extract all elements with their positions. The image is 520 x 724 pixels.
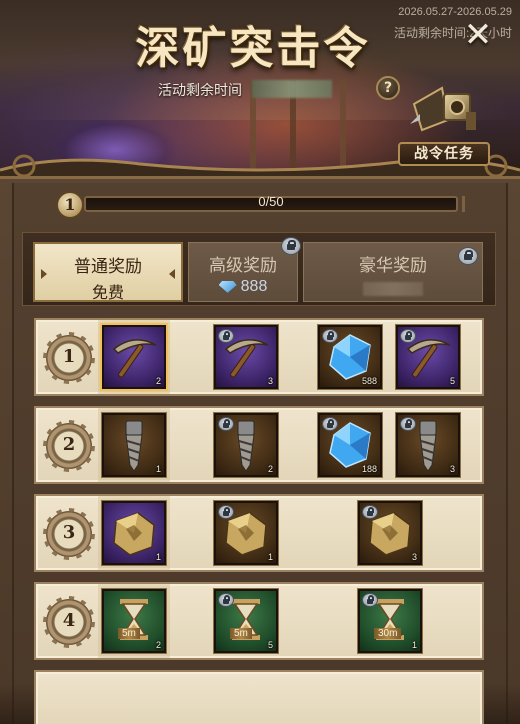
help-button[interactable]: ? (376, 76, 400, 100)
reward-item[interactable]: 3 (358, 501, 422, 565)
lock-icon (281, 237, 301, 255)
item-quantity: 1 (267, 552, 273, 562)
reward-row-2: 2 1 2 188 3 (34, 406, 484, 484)
tab-deluxe-title: 豪华奖励 (359, 256, 427, 275)
tab-normal-subtitle: 免费 (91, 285, 124, 302)
lock-icon (322, 329, 338, 343)
item-quantity: 2 (267, 464, 273, 474)
lock-icon (362, 593, 378, 607)
current-level-badge: 1 (56, 191, 84, 219)
lock-icon (400, 417, 416, 431)
gem-icon (218, 280, 237, 293)
reward-item[interactable]: 30m 1 (358, 589, 422, 653)
remaining-time-value-blurred (252, 80, 332, 98)
reward-item[interactable]: 3 (396, 413, 460, 477)
reward-row-4: 4 5m 2 5m 5 30m 1 (34, 582, 484, 660)
tab-premium-price: 888 (189, 278, 297, 296)
reward-row-partial (34, 670, 484, 724)
tab-premium-title: 高级奖励 (209, 256, 277, 275)
lock-icon (400, 329, 416, 343)
lock-icon (458, 247, 478, 265)
tab-premium-price-value: 888 (240, 278, 268, 295)
item-quantity: 2 (155, 640, 161, 650)
level-gear-icon: 4 (46, 599, 92, 645)
row-level-number: 3 (62, 522, 76, 543)
item-quantity: 3 (449, 464, 455, 474)
reward-item[interactable]: 1 (102, 413, 166, 477)
tab-left-arrow (41, 269, 47, 279)
level-gear-icon: 1 (46, 335, 92, 381)
row-level-number: 4 (62, 610, 76, 631)
item-quantity: 3 (267, 376, 273, 386)
reward-item[interactable]: 1 (102, 501, 166, 565)
lock-icon (362, 505, 378, 519)
lock-icon (218, 505, 234, 519)
reward-item[interactable]: 1 (214, 501, 278, 565)
event-dates: 2026.05.27-2026.05.29 (398, 6, 512, 18)
drill-machine-icon (410, 86, 476, 132)
lock-icon (322, 417, 338, 431)
tab-normal-title: 普通奖励 (74, 257, 142, 276)
duration-tag: 30m (374, 628, 402, 639)
item-quantity: 5 (267, 640, 273, 650)
reward-item[interactable]: 2 (102, 325, 166, 389)
item-quantity: 5 (449, 376, 455, 386)
lock-icon (218, 593, 234, 607)
reward-row-1: 1 2 3 588 5 (34, 318, 484, 396)
battle-pass-task-label: 战令任务 (398, 142, 490, 166)
item-quantity: 588 (361, 376, 377, 386)
reward-row-3: 3 1 1 3 (34, 494, 484, 572)
duration-tag: 5m (230, 628, 252, 639)
reward-item[interactable]: 5 (396, 325, 460, 389)
reward-item[interactable]: 2 (214, 413, 278, 477)
tab-premium-rewards[interactable]: 高级奖励 888 (188, 237, 301, 302)
close-button[interactable]: ✕ (462, 18, 494, 52)
reward-item[interactable]: 3 (214, 325, 278, 389)
reward-item[interactable]: 5m 5 (214, 589, 278, 653)
row-level-number: 1 (62, 346, 76, 367)
level-gear-icon: 2 (46, 423, 92, 469)
remaining-time-label: 活动剩余时间 (158, 82, 242, 98)
tab-deluxe-price-blurred (363, 282, 423, 296)
lock-icon (218, 417, 234, 431)
item-quantity: 3 (411, 552, 417, 562)
lock-icon (218, 329, 234, 343)
battle-pass-task-button[interactable]: 战令任务 (398, 84, 498, 170)
tab-right-arrow (169, 269, 175, 279)
row-level-number: 2 (62, 434, 76, 455)
item-quantity: 188 (361, 464, 377, 474)
tab-normal-rewards[interactable]: 普通奖励 免费 (33, 242, 183, 302)
reward-item[interactable]: 5m 2 (102, 589, 166, 653)
tab-deluxe-rewards[interactable]: 豪华奖励 (303, 242, 483, 302)
reward-item[interactable]: 188 (318, 413, 382, 477)
remaining-time-overlay: 活动剩余时间:2天小时 (393, 26, 512, 40)
item-quantity: 1 (155, 552, 161, 562)
item-quantity: 2 (155, 376, 161, 386)
item-quantity: 1 (411, 640, 417, 650)
reward-item[interactable]: 588 (318, 325, 382, 389)
level-gear-icon: 3 (46, 511, 92, 557)
progress-text: 0/50 (258, 194, 284, 209)
page-title: 深矿突击令 (135, 23, 371, 74)
item-quantity: 1 (155, 464, 161, 474)
duration-tag: 5m (118, 628, 140, 639)
